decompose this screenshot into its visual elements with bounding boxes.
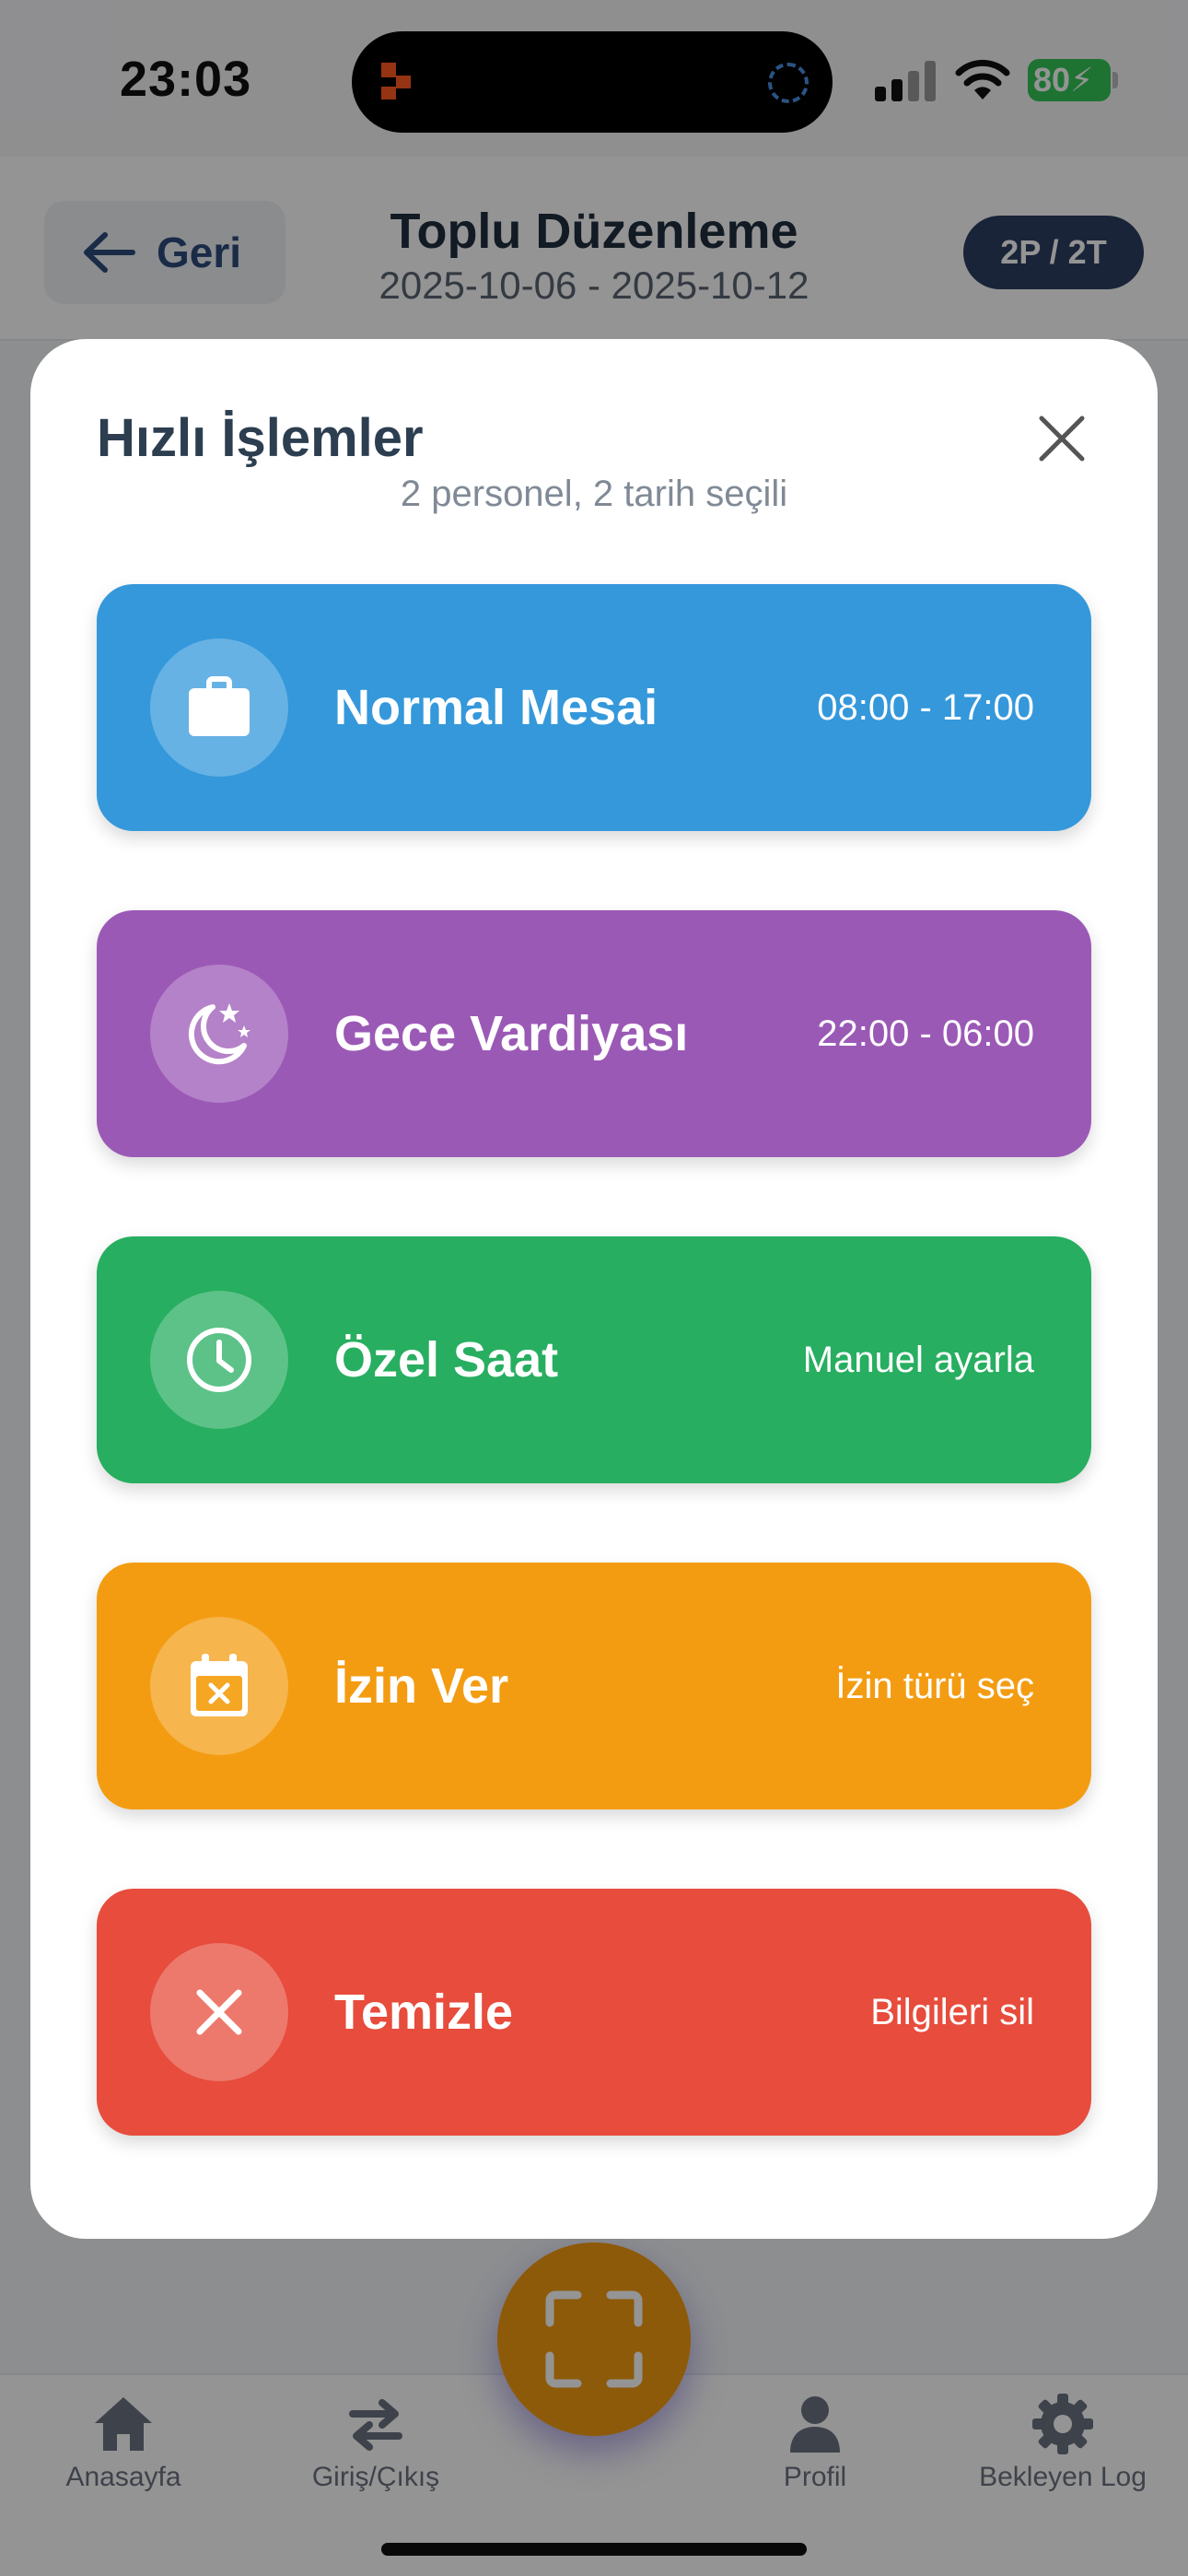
action-icon-wrap: [150, 1943, 288, 2081]
action-label: Gece Vardiyası: [334, 1006, 689, 1061]
action-icon-wrap: [150, 638, 288, 777]
action-meta: İzin türü seç: [835, 1665, 1034, 1706]
briefcase-icon: [189, 676, 250, 736]
modal-title: Hızlı İşlemler: [97, 408, 424, 468]
action-label: Normal Mesai: [334, 680, 658, 735]
action-icon-wrap: [150, 1617, 288, 1755]
modal-subtitle: 2 personel, 2 tarih seçili: [400, 474, 788, 514]
action-meta: Bilgileri sil: [870, 1991, 1034, 2032]
action-label: Temizle: [334, 1985, 514, 2040]
action-label: İzin Ver: [334, 1658, 509, 1714]
action-meta: 22:00 - 06:00: [817, 1013, 1034, 1054]
action-meta: 08:00 - 17:00: [817, 686, 1034, 728]
x-icon: [196, 1989, 242, 2035]
action-normal-shift[interactable]: Normal Mesai 08:00 - 17:00: [97, 584, 1091, 831]
action-clear[interactable]: Temizle Bilgileri sil: [97, 1889, 1091, 2136]
quick-actions-modal: Hızlı İşlemler 2 personel, 2 tarih seçil…: [30, 339, 1158, 2239]
action-icon-wrap: [150, 965, 288, 1103]
moon-stars-icon: [188, 1003, 250, 1065]
action-night-shift[interactable]: Gece Vardiyası 22:00 - 06:00: [97, 910, 1091, 1157]
close-icon[interactable]: [1032, 409, 1091, 468]
calendar-x-icon: [191, 1654, 248, 1716]
action-meta: Manuel ayarla: [802, 1339, 1034, 1380]
action-label: Özel Saat: [334, 1332, 559, 1388]
action-grant-leave[interactable]: İzin Ver İzin türü seç: [97, 1563, 1091, 1809]
action-icon-wrap: [150, 1291, 288, 1429]
action-custom-hours[interactable]: Özel Saat Manuel ayarla: [97, 1236, 1091, 1483]
clock-icon: [187, 1328, 251, 1392]
